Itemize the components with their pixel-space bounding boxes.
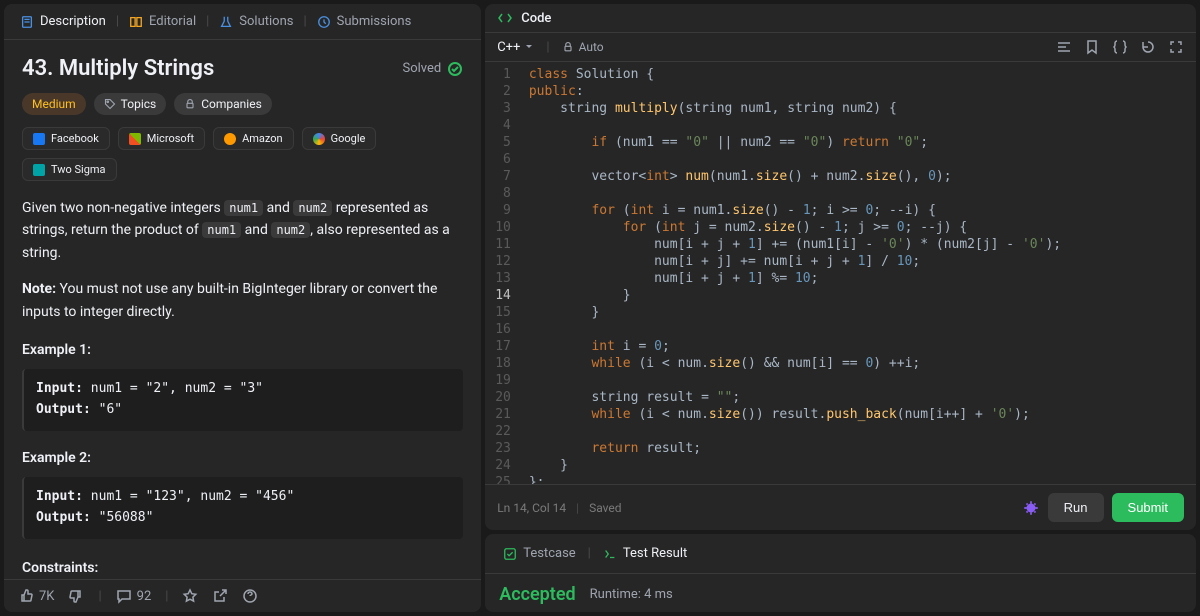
amazon-icon xyxy=(224,133,236,145)
result-runtime: Runtime: 4 ms xyxy=(590,587,673,602)
tab-description[interactable]: Description xyxy=(14,10,112,33)
problem-statement: Given two non-negative integers num1 and… xyxy=(22,197,463,579)
status-badge: Solved xyxy=(402,61,463,77)
likes-button[interactable]: 7K xyxy=(18,588,54,604)
tab-divider: | xyxy=(303,14,306,29)
tab-label: Description xyxy=(40,14,106,29)
braces-icon[interactable] xyxy=(1112,39,1128,55)
tab-label: Solutions xyxy=(239,14,293,29)
description-pane: Description | Editorial | Solutions | Su… xyxy=(4,4,481,612)
check-circle-icon xyxy=(447,61,463,77)
tab-divider: | xyxy=(206,14,209,29)
language-selector[interactable]: C++ xyxy=(497,40,534,55)
history-icon xyxy=(317,15,331,29)
question-icon xyxy=(242,588,258,604)
companies-row: Facebook Microsoft Amazon Google Two Sig… xyxy=(22,127,463,181)
twosigma-icon xyxy=(33,164,45,176)
company-chip[interactable]: Microsoft xyxy=(118,127,205,150)
chip-difficulty[interactable]: Medium xyxy=(22,93,86,115)
tab-solutions[interactable]: Solutions xyxy=(213,10,299,33)
chip-topics[interactable]: Topics xyxy=(94,93,167,115)
thumbs-up-icon xyxy=(18,588,34,604)
lock-icon xyxy=(184,98,196,110)
checkbox-icon xyxy=(503,547,517,561)
format-icon[interactable] xyxy=(1056,39,1072,55)
share-icon xyxy=(212,588,228,604)
chip-companies[interactable]: Companies xyxy=(174,93,272,115)
auto-toggle[interactable]: Auto xyxy=(562,40,604,54)
example-box: Input: num1 = "123", num2 = "456" Output… xyxy=(22,477,463,539)
tab-testcase[interactable]: Testcase xyxy=(497,542,581,565)
description-body: 43. Multiply Strings Solved Medium Topic… xyxy=(4,40,481,579)
terminal-icon xyxy=(603,547,617,561)
footer-bar: 7K | 92 | xyxy=(4,579,481,612)
book-icon xyxy=(129,15,143,29)
tab-divider: | xyxy=(116,14,119,29)
problem-title: 43. Multiply Strings xyxy=(22,56,214,81)
code-editor[interactable]: 1234567891011121314151617181920212223242… xyxy=(485,62,1196,484)
code-icon xyxy=(497,10,513,26)
debug-icon[interactable] xyxy=(1022,499,1040,517)
result-pane: Testcase | Test Result Accepted Runtime:… xyxy=(485,534,1196,612)
left-tabs: Description | Editorial | Solutions | Su… xyxy=(4,4,481,40)
tab-test-result[interactable]: Test Result xyxy=(597,542,693,565)
submit-button[interactable]: Submit xyxy=(1112,493,1184,522)
result-status: Accepted xyxy=(499,584,575,605)
code-pane: Code C++ | Auto xyxy=(485,4,1196,530)
comment-icon xyxy=(116,588,132,604)
example-title: Example 2: xyxy=(22,447,463,469)
fullscreen-icon[interactable] xyxy=(1168,39,1184,55)
share-button[interactable] xyxy=(212,588,228,604)
tab-submissions[interactable]: Submissions xyxy=(311,10,418,33)
company-chip[interactable]: Facebook xyxy=(22,127,110,150)
reset-icon[interactable] xyxy=(1140,39,1156,55)
example-box: Input: num1 = "2", num2 = "3" Output: "6… xyxy=(22,369,463,431)
cursor-position: Ln 14, Col 14 xyxy=(497,501,566,515)
star-button[interactable] xyxy=(182,588,198,604)
facebook-icon xyxy=(33,133,45,145)
company-chip[interactable]: Two Sigma xyxy=(22,158,117,181)
company-chip[interactable]: Amazon xyxy=(213,127,294,150)
tab-editorial[interactable]: Editorial xyxy=(123,10,202,33)
dislikes-button[interactable] xyxy=(68,588,84,604)
constraints-title: Constraints: xyxy=(22,557,463,579)
save-status: Saved xyxy=(589,501,621,515)
bookmark-icon[interactable] xyxy=(1084,39,1100,55)
comments-button[interactable]: 92 xyxy=(116,588,152,604)
google-icon xyxy=(313,133,325,145)
tag-icon xyxy=(104,98,116,110)
run-button[interactable]: Run xyxy=(1048,493,1104,522)
document-icon xyxy=(20,15,34,29)
example-title: Example 1: xyxy=(22,339,463,361)
tab-label: Submissions xyxy=(337,14,412,29)
flask-icon xyxy=(219,15,233,29)
chevron-down-icon xyxy=(524,42,534,52)
star-icon xyxy=(182,588,198,604)
company-chip[interactable]: Google xyxy=(302,127,377,150)
code-header-title: Code xyxy=(521,11,551,26)
feedback-button[interactable] xyxy=(242,588,258,604)
tab-label: Editorial xyxy=(149,14,196,29)
lock-icon xyxy=(562,41,574,53)
microsoft-icon xyxy=(129,133,141,145)
thumbs-down-icon xyxy=(68,588,84,604)
